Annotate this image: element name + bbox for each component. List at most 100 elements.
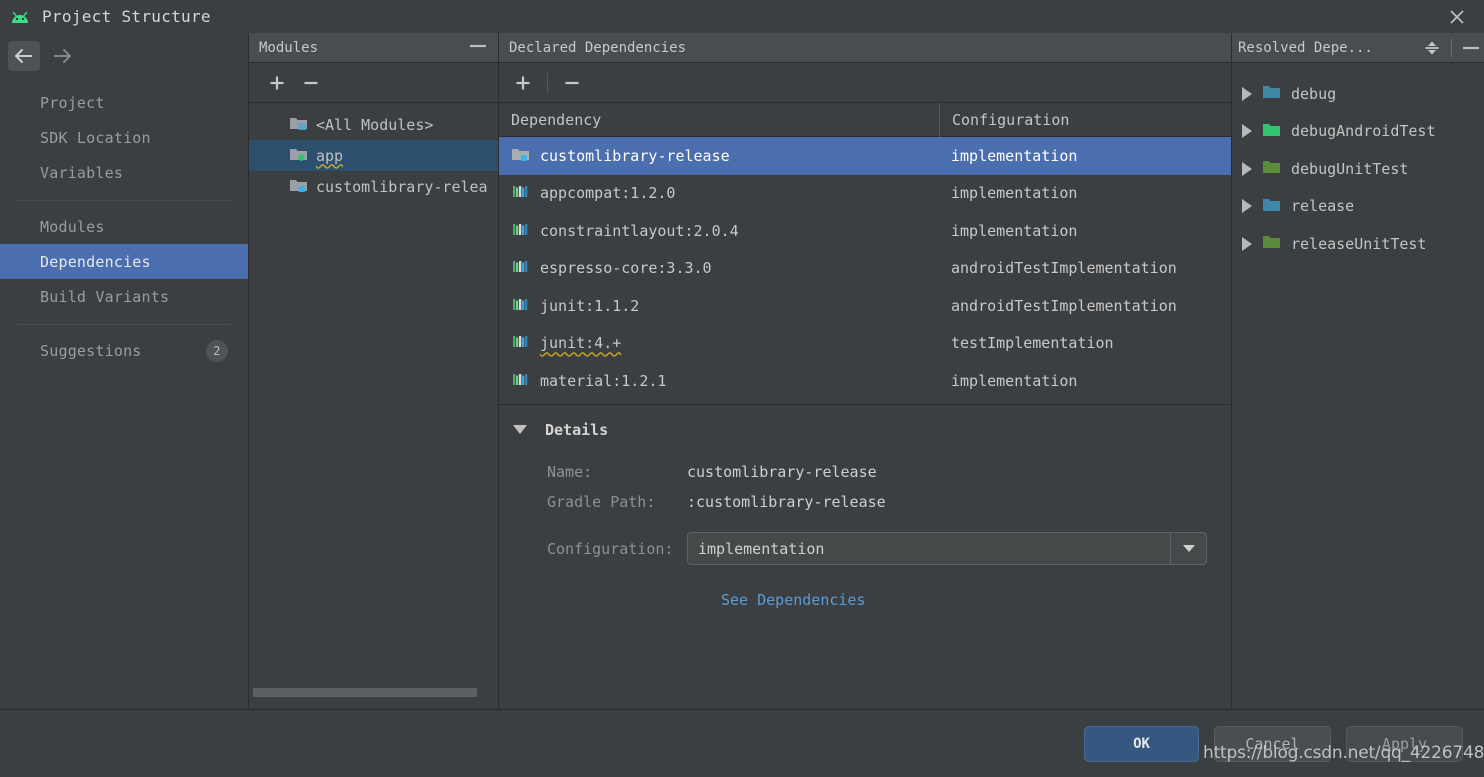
resolved-label: debugUnitTest	[1291, 159, 1409, 178]
library-icon	[511, 333, 530, 353]
module-row-app[interactable]: app	[249, 140, 498, 171]
details-row-gradle-path: Gradle Path: :customlibrary-release	[547, 487, 1231, 517]
collapse-all-icon[interactable]	[1419, 36, 1445, 60]
arrow-left-icon	[15, 49, 32, 63]
resolved-row-debugandroidtest[interactable]: debugAndroidTest	[1232, 113, 1484, 151]
details-grid: Name: customlibrary-release Gradle Path:…	[513, 457, 1231, 609]
column-header-configuration[interactable]: Configuration	[939, 102, 1231, 137]
remove-module-button[interactable]	[301, 73, 321, 93]
dependency-name-cell: appcompat:1.2.0	[499, 183, 939, 203]
arrow-right-icon	[54, 49, 71, 63]
dependency-configuration-cell: implementation	[951, 371, 1078, 390]
minus-icon	[565, 81, 579, 84]
dependency-label: junit:1.1.2	[540, 296, 640, 315]
android-icon	[8, 5, 32, 29]
table-row[interactable]: constraintlayout:2.0.4 implementation	[499, 212, 1231, 250]
expand-arrow-icon[interactable]	[1242, 236, 1252, 251]
modules-toolbar	[249, 63, 498, 103]
configuration-select[interactable]: implementation	[687, 532, 1207, 565]
modules-panel-title: Modules	[259, 39, 319, 56]
dependency-configuration-cell: androidTestImplementation	[951, 259, 1177, 278]
plus-icon	[270, 76, 284, 89]
sidebar-item-label: Variables	[40, 163, 124, 182]
modules-horizontal-scrollbar[interactable]	[253, 688, 477, 697]
library-icon	[511, 371, 530, 391]
expand-arrow-icon[interactable]	[1242, 161, 1252, 176]
table-row[interactable]: customlibrary-release implementation	[499, 137, 1231, 175]
project-structure-dialog: Project Structure Project SDK Location V…	[0, 0, 1484, 777]
folder-all-modules-icon	[289, 115, 308, 135]
sidebar-item-label: SDK Location	[40, 128, 151, 147]
title-bar: Project Structure	[0, 0, 1484, 33]
sidebar-item-modules[interactable]: Modules	[0, 209, 248, 244]
minus-icon	[304, 81, 318, 84]
ok-button[interactable]: OK	[1084, 726, 1199, 762]
add-dependency-button[interactable]	[513, 73, 533, 93]
expand-arrow-icon[interactable]	[1242, 86, 1252, 101]
triangle-down-icon[interactable]	[513, 425, 527, 434]
table-row[interactable]: junit:4.+ testImplementation	[499, 325, 1231, 363]
dependency-label: constraintlayout:2.0.4	[540, 221, 739, 240]
dependency-configuration-cell: testImplementation	[951, 334, 1114, 353]
library-icon	[511, 221, 530, 241]
module-label: <All Modules>	[316, 115, 434, 134]
back-button[interactable]	[8, 41, 40, 71]
configuration-select-value: implementation	[698, 539, 825, 558]
folder-app-icon	[289, 146, 308, 166]
library-icon	[511, 183, 530, 203]
toolbar-divider	[547, 72, 548, 93]
column-header-dependency[interactable]: Dependency	[499, 111, 939, 129]
resolved-row-debug[interactable]: debug	[1232, 75, 1484, 113]
sidebar-item-variables[interactable]: Variables	[0, 155, 248, 190]
watermark: https://blog.csdn.net/qq_42267486	[1203, 743, 1484, 763]
resolved-dependencies-tree: debug debugAndroidTest debugUnitTest rel…	[1232, 63, 1484, 263]
remove-dependency-button[interactable]	[562, 73, 582, 93]
expand-arrow-icon[interactable]	[1242, 124, 1252, 139]
sidebar-item-sdk-location[interactable]: SDK Location	[0, 120, 248, 155]
details-gradle-path-value: :customlibrary-release	[687, 492, 886, 511]
resolved-header-divider	[1451, 38, 1452, 57]
sidebar-item-project[interactable]: Project	[0, 85, 248, 120]
resolved-row-releaseunittest[interactable]: releaseUnitTest	[1232, 225, 1484, 263]
resolved-label: release	[1291, 197, 1355, 216]
dependency-label: junit:4.+	[540, 334, 622, 353]
details-row-configuration: Configuration: implementation	[547, 525, 1231, 573]
dependency-label: espresso-core:3.3.0	[540, 259, 712, 278]
details-section: Details Name: customlibrary-release Grad…	[499, 405, 1231, 609]
dependency-name-cell: espresso-core:3.3.0	[499, 258, 939, 278]
resolved-dependencies-header: Resolved Depe...	[1232, 33, 1484, 63]
table-row[interactable]: appcompat:1.2.0 implementation	[499, 175, 1231, 213]
sidebar-item-build-variants[interactable]: Build Variants	[0, 279, 248, 314]
see-dependencies-link[interactable]: See Dependencies	[721, 591, 1231, 609]
resolved-label: debugAndroidTest	[1291, 122, 1436, 141]
minus-icon[interactable]	[1458, 36, 1484, 60]
expand-arrow-icon[interactable]	[1242, 199, 1252, 214]
sidebar-item-label: Dependencies	[40, 252, 151, 271]
module-row-all-modules[interactable]: <All Modules>	[249, 109, 498, 140]
dependency-name-cell: constraintlayout:2.0.4	[499, 221, 939, 241]
module-row-customlibrary-release[interactable]: customlibrary-relea	[249, 171, 498, 202]
sidebar-item-suggestions[interactable]: Suggestions 2	[0, 333, 248, 368]
resolved-label: debug	[1291, 84, 1337, 103]
nav-divider-1	[18, 200, 230, 201]
sidebar-item-label: Modules	[40, 217, 105, 236]
table-row[interactable]: espresso-core:3.3.0 androidTestImplement…	[499, 250, 1231, 288]
dependency-name-cell: junit:4.+	[499, 333, 939, 353]
details-header: Details	[513, 421, 1231, 439]
details-title: Details	[545, 420, 609, 439]
table-row[interactable]: junit:1.1.2 androidTestImplementation	[499, 287, 1231, 325]
dependencies-table-header: Dependency Configuration	[499, 102, 1231, 137]
forward-button[interactable]	[46, 41, 78, 71]
chevron-down-icon[interactable]	[1170, 533, 1206, 564]
close-icon[interactable]	[1446, 6, 1468, 28]
table-row[interactable]: material:1.2.1 implementation	[499, 362, 1231, 400]
resolved-row-release[interactable]: release	[1232, 188, 1484, 226]
details-configuration-label: Configuration:	[547, 539, 674, 558]
module-label: app	[316, 146, 344, 165]
resolved-row-debugunittest[interactable]: debugUnitTest	[1232, 150, 1484, 188]
add-module-button[interactable]	[267, 73, 287, 93]
sidebar-item-dependencies[interactable]: Dependencies	[0, 244, 248, 279]
folder-icon	[1262, 84, 1281, 103]
minus-icon[interactable]	[468, 40, 488, 56]
nav-history-controls	[0, 33, 248, 79]
